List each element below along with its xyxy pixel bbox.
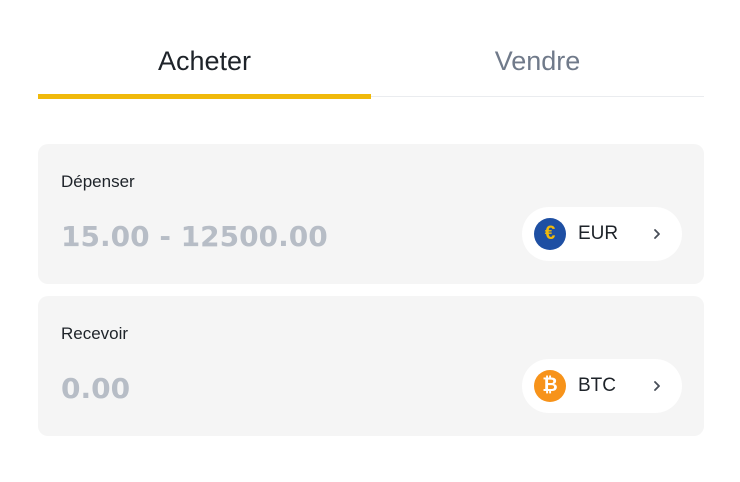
trade-tabs: Acheter Vendre: [38, 0, 704, 100]
euro-coin-icon: €: [534, 218, 566, 250]
chevron-right-icon: [650, 372, 664, 400]
spend-amount-input[interactable]: [61, 216, 491, 256]
spend-currency-code: EUR: [578, 223, 619, 244]
spend-currency-selector[interactable]: € EUR: [522, 207, 682, 261]
receive-currency-code: BTC: [578, 375, 616, 396]
tab-buy[interactable]: Acheter: [38, 0, 371, 100]
tab-divider: [371, 96, 704, 97]
active-tab-indicator: [38, 94, 371, 99]
receive-amount-input[interactable]: [61, 368, 491, 408]
receive-field: Recevoir ₿ BTC: [38, 296, 704, 436]
spend-label: Dépenser: [61, 172, 135, 191]
tab-sell[interactable]: Vendre: [371, 0, 704, 100]
receive-label: Recevoir: [61, 324, 129, 343]
chevron-right-icon: [650, 220, 664, 248]
receive-currency-selector[interactable]: ₿ BTC: [522, 359, 682, 413]
tab-sell-label: Vendre: [494, 46, 581, 76]
tab-buy-label: Acheter: [157, 46, 252, 76]
bitcoin-coin-icon: ₿: [534, 370, 566, 402]
buy-sell-widget: Acheter Vendre Dépenser € EUR Recevoir ₿…: [38, 0, 704, 482]
spend-field: Dépenser € EUR: [38, 144, 704, 284]
